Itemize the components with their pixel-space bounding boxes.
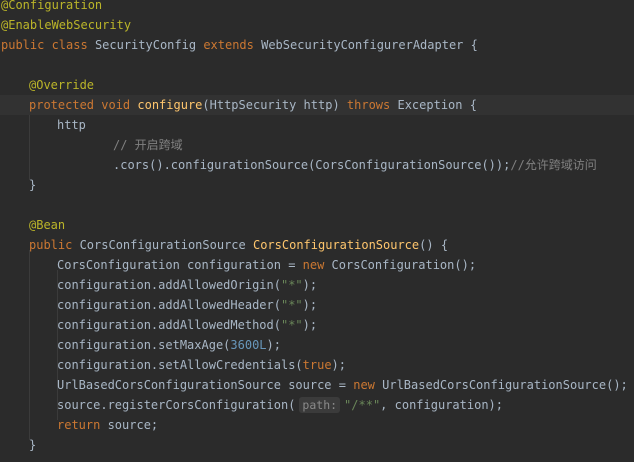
code-line-content: @Bean xyxy=(29,215,65,235)
code-token: WebSecurityConfigurerAdapter { xyxy=(261,38,478,52)
code-line-content: configuration.addAllowedHeader("*"); xyxy=(57,295,317,315)
code-token: "*" xyxy=(280,318,303,332)
code-token: .cors().configurationSource(CorsConfigur… xyxy=(113,158,511,172)
code-token: @Override xyxy=(29,78,95,92)
code-token: CorsConfiguration configuration = xyxy=(57,258,303,272)
code-token: "*" xyxy=(280,298,303,312)
code-token: // 开启跨域 xyxy=(113,138,183,152)
code-line[interactable] xyxy=(0,195,634,215)
code-line-content: @Configuration xyxy=(1,0,102,15)
code-line[interactable]: configuration.addAllowedOrigin("*"); xyxy=(0,275,634,295)
parameter-hint: path: xyxy=(299,397,341,413)
code-token: ); xyxy=(302,298,318,312)
code-token: (HttpSecurity http) xyxy=(202,98,347,112)
code-token: return xyxy=(57,418,108,432)
code-token: 3600L xyxy=(230,338,267,352)
code-token: CorsConfiguration(); xyxy=(331,258,477,272)
code-line[interactable]: // 开启跨域 xyxy=(0,135,634,155)
code-line-content: @EnableWebSecurity xyxy=(1,15,131,35)
code-line-content: configuration.addAllowedOrigin("*"); xyxy=(57,275,317,295)
code-line[interactable]: @EnableWebSecurity xyxy=(0,15,634,35)
code-line[interactable]: } xyxy=(0,435,634,455)
code-line-content: configuration.addAllowedMethod("*"); xyxy=(57,315,317,335)
code-line-content: @Override xyxy=(29,75,94,95)
code-line-content: } xyxy=(29,175,36,195)
code-line-content: UrlBasedCorsConfigurationSource source =… xyxy=(57,375,628,395)
code-line-content: http xyxy=(57,115,86,135)
code-token: @Configuration xyxy=(1,0,103,12)
code-line-content: // 开启跨域 xyxy=(113,135,183,155)
code-line-content: .cors().configurationSource(CorsConfigur… xyxy=(113,155,597,175)
code-token: @Bean xyxy=(29,218,66,232)
code-token: source; xyxy=(107,418,159,432)
code-token: throws xyxy=(346,98,398,112)
code-line[interactable]: @Override xyxy=(0,75,634,95)
code-line-content: public class SecurityConfig extends WebS… xyxy=(1,35,478,55)
code-token: http xyxy=(57,118,86,132)
code-token: } xyxy=(29,438,37,452)
code-line[interactable]: UrlBasedCorsConfigurationSource source =… xyxy=(0,375,634,395)
code-token: CorsConfigurationSource xyxy=(252,238,420,252)
code-line[interactable]: protected void configure(HttpSecurity ht… xyxy=(0,95,634,115)
code-line[interactable]: configuration.addAllowedHeader("*"); xyxy=(0,295,634,315)
code-token: configuration.setMaxAge( xyxy=(57,338,231,352)
code-token: UrlBasedCorsConfigurationSource source = xyxy=(57,378,354,392)
code-token: new xyxy=(353,378,383,392)
code-line[interactable] xyxy=(0,55,634,75)
code-token: public xyxy=(29,238,80,252)
code-token: configuration.addAllowedHeader( xyxy=(57,298,281,312)
code-token: //允许跨域访问 xyxy=(510,158,597,172)
code-editor[interactable]: @Configuration @EnableWebSecurity public c… xyxy=(0,0,634,462)
code-token: source.registerCorsConfiguration( xyxy=(57,398,296,412)
code-token: @EnableWebSecurity xyxy=(1,18,132,32)
code-line[interactable]: configuration.addAllowedMethod("*"); xyxy=(0,315,634,335)
code-token: "*" xyxy=(280,278,303,292)
code-line[interactable]: } xyxy=(0,175,634,195)
code-line-content: configuration.setAllowCredentials(true); xyxy=(57,355,346,375)
code-line-content: public CorsConfigurationSource CorsConfi… xyxy=(29,235,448,255)
code-token: configuration.addAllowedMethod( xyxy=(57,318,281,332)
code-line[interactable]: source.registerCorsConfiguration(path: "/… xyxy=(0,395,634,415)
code-line-content: CorsConfiguration configuration = new Co… xyxy=(57,255,476,275)
code-line-content: configuration.setMaxAge(3600L); xyxy=(57,335,281,355)
code-line[interactable]: configuration.setMaxAge(3600L); xyxy=(0,335,634,355)
code-token: ); xyxy=(331,358,346,372)
code-line[interactable]: .cors().configurationSource(CorsConfigur… xyxy=(0,155,634,175)
code-token: class xyxy=(51,38,95,52)
code-line-content: return source; xyxy=(57,415,158,435)
code-line-content: protected void configure(HttpSecurity ht… xyxy=(29,95,477,115)
code-token: "/**" xyxy=(344,398,381,412)
code-token: void xyxy=(101,98,138,112)
code-line[interactable]: configuration.setAllowCredentials(true); xyxy=(0,355,634,375)
code-token: , configuration); xyxy=(380,398,503,412)
code-line[interactable]: public class SecurityConfig extends WebS… xyxy=(0,35,634,55)
code-token: } xyxy=(29,178,37,192)
code-token: () { xyxy=(419,238,449,252)
code-line[interactable]: return source; xyxy=(0,415,634,435)
code-token: configuration.addAllowedOrigin( xyxy=(57,278,281,292)
code-line-content: source.registerCorsConfiguration(path: "/… xyxy=(57,395,503,415)
code-token: new xyxy=(302,258,332,272)
code-token: ); xyxy=(302,318,318,332)
code-line-content: } xyxy=(29,435,36,455)
code-token: protected xyxy=(29,98,102,112)
code-token: CorsConfigurationSource xyxy=(79,238,253,252)
code-token: true xyxy=(302,358,332,372)
code-token: Exception { xyxy=(397,98,477,112)
code-line[interactable]: @Bean xyxy=(0,215,634,235)
code-line[interactable]: @Configuration xyxy=(0,0,634,15)
code-token: configure xyxy=(137,98,203,112)
code-token: UrlBasedCorsConfigurationSource(); xyxy=(382,378,628,392)
code-line[interactable]: public CorsConfigurationSource CorsConfi… xyxy=(0,235,634,255)
code-token: ); xyxy=(266,338,281,352)
code-token: extends xyxy=(203,38,262,52)
code-token: ); xyxy=(302,278,318,292)
code-token: configuration.setAllowCredentials( xyxy=(57,358,303,372)
code-token: public xyxy=(1,38,52,52)
code-line[interactable]: CorsConfiguration configuration = new Co… xyxy=(0,255,634,275)
code-line[interactable]: http xyxy=(0,115,634,135)
code-token: SecurityConfig xyxy=(94,38,204,52)
